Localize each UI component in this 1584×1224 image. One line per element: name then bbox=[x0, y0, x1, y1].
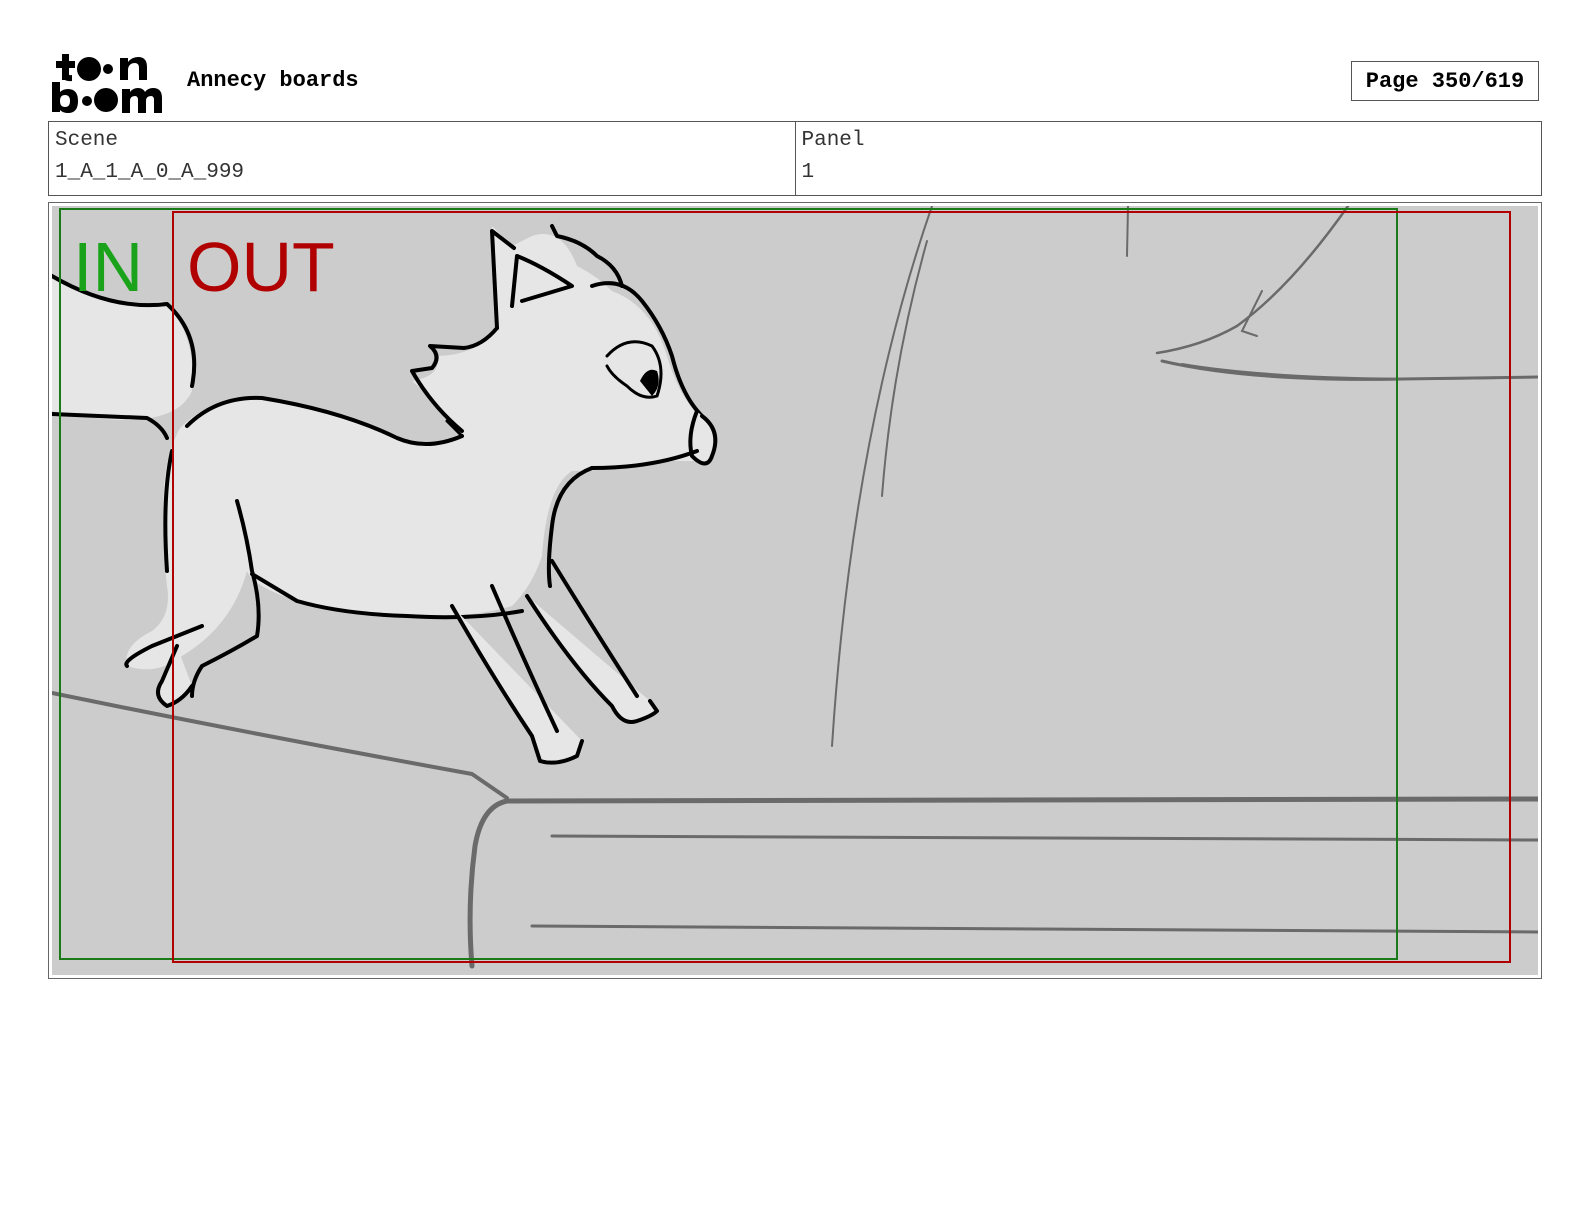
out-frame-label: OUT bbox=[187, 228, 335, 306]
page-indicator: Page 350/619 bbox=[1351, 61, 1539, 101]
scene-panel-info-table: Scene 1_A_1_A_0_A_999 Panel 1 bbox=[48, 121, 1542, 196]
panel-cell: Panel 1 bbox=[794, 122, 1542, 195]
panel-drawing bbox=[52, 206, 1538, 975]
scene-label: Scene bbox=[55, 129, 119, 152]
scene-cell: Scene 1_A_1_A_0_A_999 bbox=[49, 122, 795, 195]
storyboard-panel: IN OUT bbox=[48, 202, 1542, 979]
panel-label: Panel bbox=[801, 129, 865, 152]
document-title: Annecy boards bbox=[187, 68, 359, 93]
scene-value: 1_A_1_A_0_A_999 bbox=[55, 161, 245, 184]
toon-boom-logo bbox=[52, 54, 162, 113]
in-frame-label: IN bbox=[73, 228, 143, 306]
panel-value: 1 bbox=[801, 161, 815, 184]
